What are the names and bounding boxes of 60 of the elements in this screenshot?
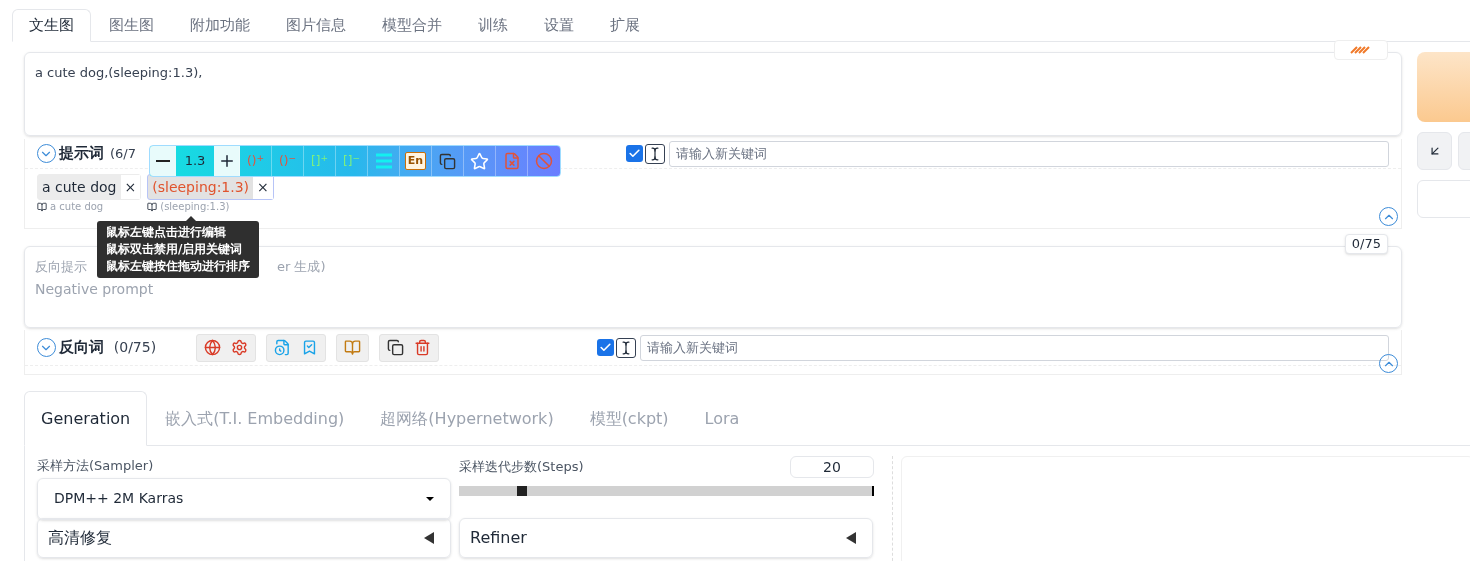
tab[interactable]: 训练 — [462, 9, 524, 42]
placeholder-text: Negative prompt — [35, 279, 154, 299]
document-clock-icon[interactable] — [274, 339, 292, 356]
caret-left-icon — [424, 532, 434, 544]
checkbox[interactable] — [597, 339, 615, 356]
tab[interactable]: 模型合并 — [366, 9, 458, 42]
caret-left-icon — [846, 532, 856, 544]
keyword-input-field[interactable]: 请输入新关键词 — [640, 334, 1389, 361]
tab[interactable]: 扩展 — [594, 9, 656, 42]
text-cursor-icon[interactable] — [644, 143, 665, 164]
placeholder-text: er 生成) — [277, 258, 326, 276]
token-counter: 0/75 — [1344, 234, 1388, 254]
settings-icon[interactable] — [231, 339, 249, 356]
tag-text: (sleeping:1.3) — [151, 177, 251, 197]
accordion-header[interactable]: 高清修复 — [37, 518, 451, 558]
sampler-label: 采样方法(Sampler) — [37, 457, 155, 475]
dropdown-caret-icon — [426, 496, 434, 501]
check-icon — [627, 147, 641, 160]
increase-weight-button[interactable] — [214, 146, 240, 176]
accordion-header[interactable]: Refiner — [459, 518, 873, 558]
minus-icon — [156, 160, 170, 162]
token-counter-icon — [1334, 40, 1388, 60]
token-count: (6/7 — [109, 144, 136, 163]
steps-label: 采样迭代步数(Steps) — [459, 458, 584, 477]
tag-remove-button[interactable]: × — [120, 175, 141, 199]
decrease-weight-button[interactable] — [150, 146, 176, 176]
placeholder-text: 反向提示 — [35, 258, 87, 276]
weight-value[interactable]: 1.3 — [176, 146, 214, 176]
steps-input-field[interactable]: 20 — [790, 456, 874, 478]
tag-translation: (sleeping:1.3) — [160, 201, 230, 213]
tab[interactable]: 附加功能 — [174, 9, 266, 42]
keyword-input-field[interactable]: 请输入新关键词 — [668, 140, 1389, 167]
text-cursor-icon[interactable] — [616, 337, 637, 358]
translate-icon — [147, 202, 158, 212]
negative-section-title: 反向词 — [58, 337, 104, 359]
slider-thumb[interactable] — [516, 486, 527, 496]
delete-icon[interactable] — [414, 339, 432, 356]
tag-translation: a cute dog — [50, 201, 104, 213]
check-icon — [599, 341, 613, 354]
book-icon[interactable] — [344, 339, 362, 356]
steps-slider-track[interactable] — [459, 486, 874, 496]
tab[interactable]: 图生图 — [93, 9, 170, 42]
tab[interactable]: Generation — [24, 391, 148, 446]
translate-button[interactable]: En — [400, 146, 432, 176]
tag-text: a cute dog — [41, 177, 118, 197]
tab[interactable]: 设置 — [528, 9, 590, 42]
copy-icon[interactable] — [387, 339, 405, 356]
tag-remove-button[interactable]: × — [253, 175, 273, 199]
keyword-tag[interactable]: a cute dog × — [37, 174, 142, 200]
tooltip-arrow-icon — [185, 216, 197, 222]
prompt-field[interactable]: a cute dog,(sleeping:1.3), — [24, 52, 1402, 136]
translate-icon — [37, 202, 47, 212]
globe-icon[interactable] — [204, 339, 222, 356]
tab[interactable]: 图片信息 — [270, 9, 362, 42]
sampler-dropdown[interactable]: DPM++ 2M Karras — [37, 477, 451, 520]
prompt-section-title: 提示词 — [58, 143, 104, 165]
tab[interactable]: 文生图 — [12, 9, 91, 42]
checkbox[interactable] — [625, 145, 643, 162]
arrow-down-left-icon[interactable] — [1417, 132, 1452, 170]
token-count: (0/75) — [113, 338, 157, 357]
